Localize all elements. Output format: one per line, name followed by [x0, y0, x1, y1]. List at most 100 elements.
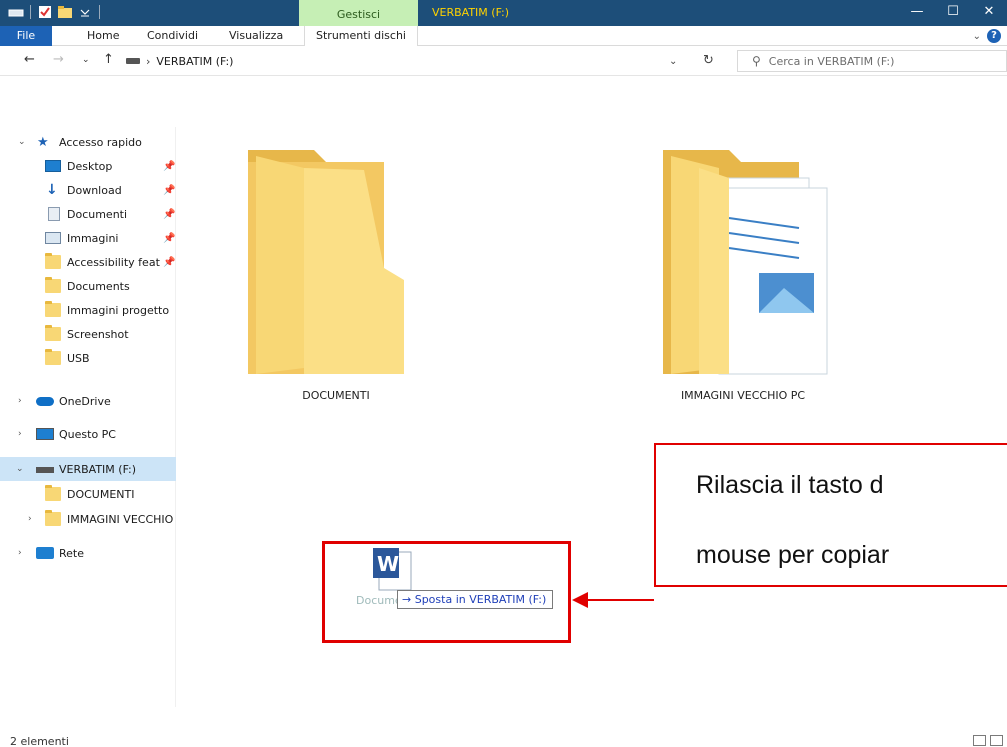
quick-access-toolbar	[8, 4, 102, 20]
sidebar-item-immagini[interactable]: Immagini 📌	[0, 226, 176, 250]
folder-label: DOCUMENTI	[302, 389, 370, 402]
search-input[interactable]: ⚲ Cerca in VERBATIM (F:)	[737, 50, 1007, 72]
sidebar-item-label: Rete	[59, 546, 84, 560]
window-controls: — ☐ ✕	[899, 0, 1007, 26]
tab-strumenti-dischi[interactable]: Strumenti dischi	[304, 26, 418, 46]
item-count: 2 elementi	[10, 735, 69, 747]
folder-icon	[45, 349, 61, 365]
properties-icon[interactable]	[37, 4, 53, 20]
annotation-line-2: mouse per copiar	[696, 541, 890, 569]
tooltip-label: Sposta in VERBATIM (F:)	[414, 593, 547, 606]
details-view-icon[interactable]	[973, 735, 986, 746]
maximize-button[interactable]: ☐	[935, 0, 971, 26]
address-dropdown-icon[interactable]: ⌄	[669, 56, 677, 67]
sidebar-item-desktop[interactable]: Desktop 📌	[0, 154, 176, 178]
sidebar-item-network[interactable]: › Rete	[0, 541, 176, 565]
tab-visualizza[interactable]: Visualizza	[229, 26, 283, 46]
back-arrow-icon[interactable]: ←	[24, 52, 35, 67]
pin-icon[interactable]: 📌	[163, 161, 175, 172]
recent-locations-icon[interactable]: ⌄	[82, 55, 90, 65]
pictures-icon	[45, 232, 61, 244]
toolbar-separator	[99, 5, 100, 19]
sidebar-item-label: Questo PC	[59, 427, 116, 441]
tab-file[interactable]: File	[0, 26, 52, 46]
star-icon: ★	[37, 134, 49, 150]
sidebar-item-label: Accessibility feat	[67, 255, 160, 269]
sidebar-item-onedrive[interactable]: › OneDrive	[0, 389, 176, 413]
folder-immagini-vecchio-pc[interactable]	[659, 148, 839, 383]
expand-ribbon-icon[interactable]: ⌄	[973, 31, 981, 42]
tab-condividi[interactable]: Condividi	[147, 26, 198, 46]
sidebar-item-accessibility[interactable]: Accessibility feat 📌	[0, 250, 176, 274]
chevron-right-icon[interactable]: ›	[146, 55, 150, 68]
annotation-arrow-head	[572, 592, 588, 608]
sidebar-item-label: Documenti	[67, 207, 128, 221]
tab-home[interactable]: Home	[87, 26, 119, 46]
sidebar-item-label: VERBATIM (F:)	[59, 462, 137, 476]
sidebar-item-label: IMMAGINI VECCHIO	[67, 512, 174, 526]
close-button[interactable]: ✕	[971, 0, 1007, 26]
breadcrumb-segment[interactable]: VERBATIM (F:)	[156, 55, 233, 68]
pin-icon[interactable]: 📌	[163, 185, 175, 196]
navigation-pane: ⌄ ★ Accesso rapido Desktop 📌 ↓ Download …	[0, 127, 176, 707]
sidebar-item-documenti-drive[interactable]: DOCUMENTI	[0, 482, 176, 506]
chevron-right-icon[interactable]: ›	[18, 396, 22, 406]
sidebar-item-label: Desktop	[67, 159, 113, 173]
desktop-icon	[45, 160, 61, 172]
refresh-icon[interactable]: ↻	[703, 53, 714, 68]
svg-text:W: W	[377, 552, 399, 576]
folder-with-images-icon	[663, 150, 828, 375]
chevron-right-icon[interactable]: ›	[18, 429, 22, 439]
folder-documenti[interactable]	[244, 148, 424, 383]
pin-icon[interactable]: 📌	[163, 233, 175, 244]
sidebar-item-immagini-progetto[interactable]: Immagini progetto	[0, 298, 176, 322]
cloud-icon	[36, 396, 54, 406]
ribbon-tabs: File Home Condividi Visualizza Strumenti…	[0, 26, 1007, 46]
sidebar-item-download[interactable]: ↓ Download 📌	[0, 178, 176, 202]
address-bar[interactable]: › VERBATIM (F:)	[121, 50, 729, 72]
chevron-down-icon[interactable]: ⌄	[16, 464, 24, 474]
pin-icon[interactable]: 📌	[163, 209, 175, 220]
title-bar: Gestisci VERBATIM (F:) — ☐ ✕	[0, 0, 1007, 26]
sidebar-item-verbatim[interactable]: ⌄ VERBATIM (F:)	[0, 457, 176, 481]
status-bar: 2 elementi	[0, 707, 1007, 747]
sidebar-item-label: Documents	[67, 279, 130, 293]
chevron-right-icon[interactable]: ›	[18, 548, 22, 558]
sidebar-item-label: Download	[67, 183, 122, 197]
sidebar-item-quick-access[interactable]: ⌄ ★ Accesso rapido	[0, 130, 176, 154]
context-group-label: Gestisci	[299, 0, 418, 26]
up-arrow-icon[interactable]: ↑	[103, 52, 114, 67]
sidebar-item-label: OneDrive	[59, 394, 111, 408]
sidebar-item-documenti[interactable]: Documenti 📌	[0, 202, 176, 226]
customize-toolbar-icon[interactable]	[77, 4, 93, 20]
folder-icon	[45, 485, 61, 501]
window-title: VERBATIM (F:)	[432, 6, 510, 19]
forward-arrow-icon[interactable]: →	[53, 52, 64, 67]
chevron-down-icon[interactable]: ⌄	[18, 137, 26, 147]
sidebar-item-label: USB	[67, 351, 90, 365]
drive-icon	[8, 4, 24, 20]
help-icon[interactable]: ?	[987, 29, 1001, 43]
search-icon: ⚲	[752, 54, 761, 68]
folder-label: IMMAGINI VECCHIO PC	[680, 389, 806, 402]
sidebar-item-this-pc[interactable]: › Questo PC	[0, 422, 176, 446]
minimize-button[interactable]: —	[899, 0, 935, 26]
network-icon	[36, 547, 54, 559]
sidebar-item-label: Immagini	[67, 231, 119, 245]
toolbar-separator	[30, 5, 31, 19]
large-icons-view-icon[interactable]	[990, 735, 1003, 746]
sidebar-item-screenshot[interactable]: Screenshot	[0, 322, 176, 346]
new-folder-icon[interactable]	[57, 4, 73, 20]
chevron-right-icon[interactable]: ›	[28, 514, 32, 524]
folder-icon	[45, 301, 61, 317]
annotation-callout: Rilascia il tasto d mouse per copiar	[654, 443, 1007, 587]
word-document-icon: W	[373, 548, 413, 592]
folder-icon	[45, 510, 61, 526]
ribbon-right-controls: ⌄ ?	[973, 29, 1001, 43]
sidebar-item-usb[interactable]: USB	[0, 346, 176, 370]
sidebar-item-label: Screenshot	[67, 327, 129, 341]
sidebar-item-immagini-vecchio[interactable]: › IMMAGINI VECCHIO	[0, 507, 176, 531]
pin-icon[interactable]: 📌	[163, 257, 175, 268]
sidebar-item-documents[interactable]: Documents	[0, 274, 176, 298]
download-icon: ↓	[46, 182, 58, 198]
